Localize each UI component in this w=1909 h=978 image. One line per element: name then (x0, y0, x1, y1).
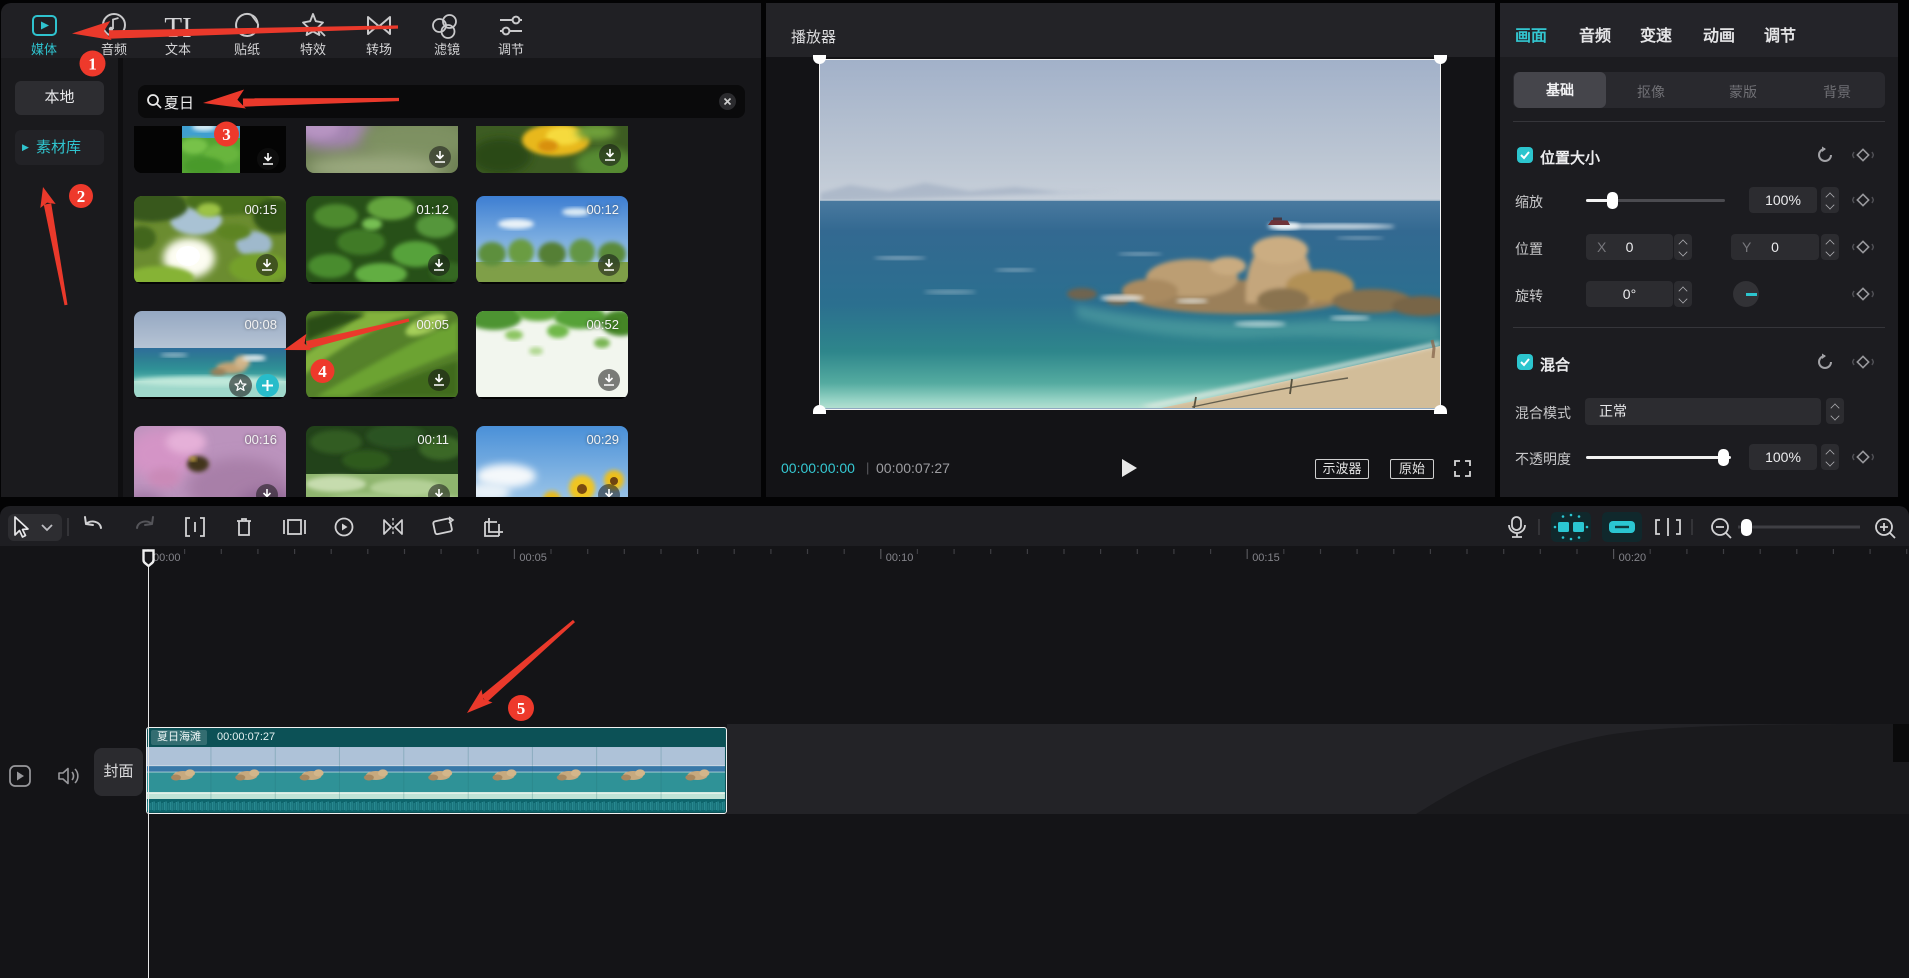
svg-text:1: 1 (88, 55, 97, 74)
svg-text:3: 3 (222, 125, 231, 144)
svg-text:5: 5 (517, 699, 526, 718)
svg-text:4: 4 (318, 362, 327, 381)
svg-text:2: 2 (77, 187, 86, 206)
